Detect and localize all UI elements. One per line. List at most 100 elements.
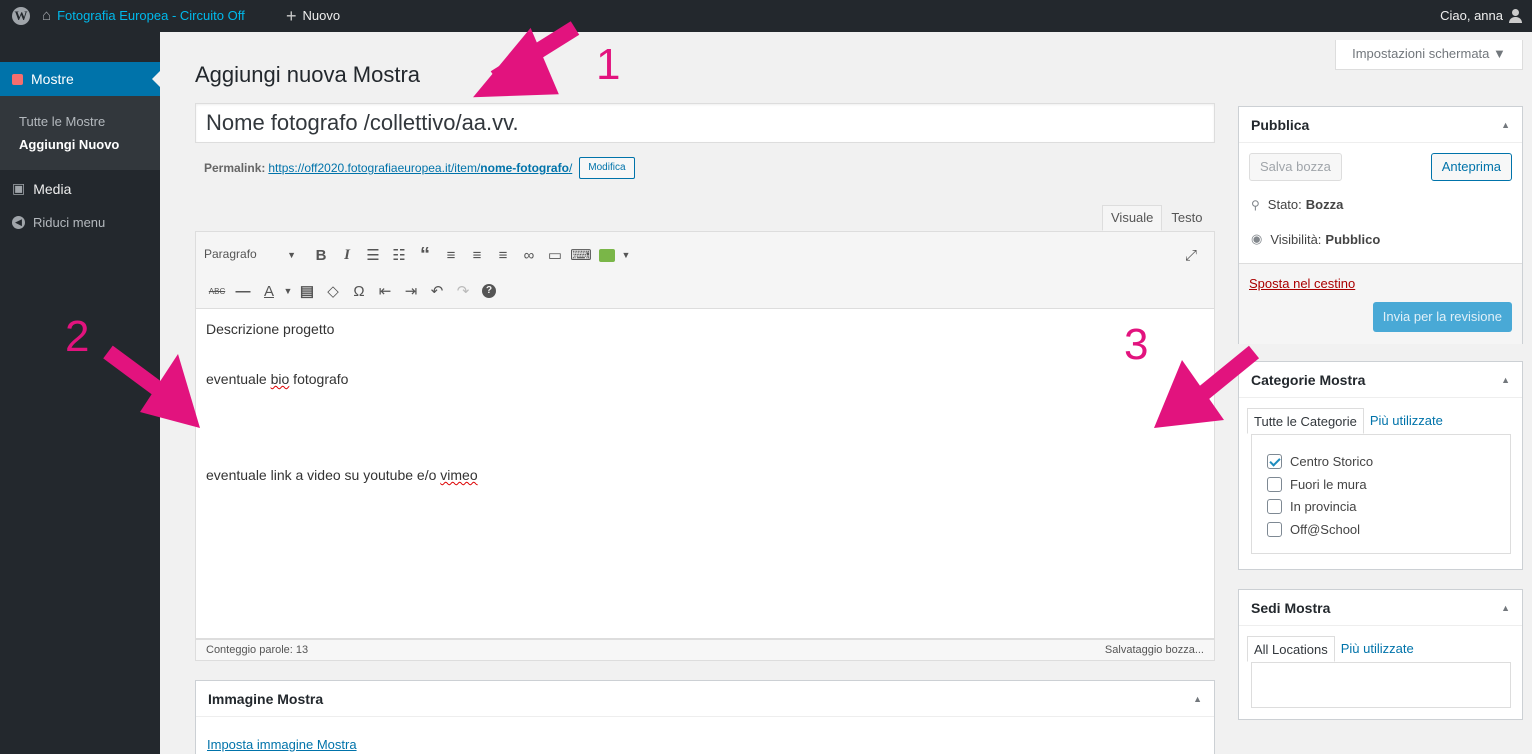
- tab-most-used[interactable]: Più utilizzate: [1335, 636, 1420, 662]
- align-right-icon[interactable]: ≡: [490, 242, 516, 268]
- collapse-menu-button[interactable]: ◀ Riduci menu: [12, 215, 105, 230]
- annotation-number-3: 3: [1124, 320, 1149, 369]
- editor-content-area[interactable]: Descrizione progetto eventuale bio fotog…: [195, 309, 1215, 639]
- post-visibility: ◉ Visibilità: Pubblico: [1251, 231, 1381, 247]
- editor-status-bar: Conteggio parole: 13 Salvataggio bozza..…: [195, 639, 1215, 661]
- eye-icon: ◉: [1251, 231, 1263, 246]
- help-icon[interactable]: ?: [476, 278, 502, 304]
- user-account-menu[interactable]: Ciao, anna: [1440, 0, 1522, 32]
- post-title-input[interactable]: Nome fotografo /collettivo/aa.vv.: [195, 103, 1215, 143]
- set-featured-image-link[interactable]: Imposta immagine Mostra: [207, 737, 357, 752]
- italic-icon[interactable]: I: [334, 242, 360, 268]
- chevron-down-icon: ▼: [287, 250, 296, 260]
- checkbox[interactable]: [1267, 522, 1282, 537]
- clear-formatting-icon[interactable]: ◇: [320, 278, 346, 304]
- numbered-list-icon[interactable]: ☷: [386, 242, 412, 268]
- collapse-icon: ◀: [12, 216, 25, 229]
- submit-for-review-button[interactable]: Invia per la revisione: [1372, 302, 1512, 332]
- preview-button[interactable]: Anteprima: [1430, 153, 1512, 181]
- screen-options-toggle[interactable]: Impostazioni schermata ▼: [1335, 40, 1523, 70]
- categories-box: Categorie Mostra ▲ Tutte le Categorie Pi…: [1238, 361, 1523, 570]
- edit-permalink-button[interactable]: Modifica: [579, 157, 635, 179]
- submenu-add-new[interactable]: Aggiungi Nuovo: [19, 137, 119, 152]
- tab-all-categories[interactable]: Tutte le Categorie: [1247, 408, 1364, 434]
- locations-tabs: All Locations Più utilizzate: [1247, 636, 1420, 662]
- read-more-icon[interactable]: ▭: [542, 242, 568, 268]
- redo-icon[interactable]: ↷: [450, 278, 476, 304]
- permalink-link[interactable]: https://off2020.fotografiaeuropea.it/ite…: [268, 161, 572, 175]
- toggle-arrow-icon[interactable]: ▲: [1501, 375, 1510, 385]
- categories-header[interactable]: Categorie Mostra ▲: [1239, 362, 1522, 398]
- chevron-down-icon[interactable]: ▼: [282, 278, 294, 304]
- home-icon: ⌂: [42, 7, 52, 24]
- annotation-arrow-3: [1154, 345, 1260, 428]
- tab-all-locations[interactable]: All Locations: [1247, 636, 1335, 662]
- save-draft-button[interactable]: Salva bozza: [1249, 153, 1342, 181]
- horizontal-line-icon[interactable]: —: [230, 278, 256, 304]
- toggle-arrow-icon[interactable]: ▲: [1501, 120, 1510, 130]
- autosave-status: Salvataggio bozza...: [1104, 644, 1204, 656]
- align-center-icon[interactable]: ≡: [464, 242, 490, 268]
- toolbar-row-2: ABC — A ▼ ▤ ◇ Ω ⇤ ⇥ ↶ ↷ ?: [196, 273, 1214, 309]
- toggle-arrow-icon[interactable]: ▲: [1193, 694, 1202, 704]
- format-select[interactable]: Paragrafo ▼: [204, 247, 302, 263]
- checkbox[interactable]: [1267, 454, 1282, 469]
- media-icon: ▣: [12, 180, 26, 196]
- fullscreen-icon[interactable]: ⤢: [1178, 242, 1204, 268]
- sidebar-item-media[interactable]: ▣ Media: [12, 180, 71, 197]
- sidebar-submenu: Tutte le Mostre Aggiungi Nuovo: [0, 96, 160, 170]
- locations-box: Sedi Mostra ▲ All Locations Più utilizza…: [1238, 589, 1523, 720]
- list-icon: [12, 73, 23, 85]
- checkbox[interactable]: [1267, 477, 1282, 492]
- publish-header[interactable]: Pubblica ▲: [1239, 107, 1522, 143]
- wordpress-logo-icon[interactable]: W: [12, 7, 30, 25]
- annotation-number-1: 1: [596, 40, 621, 89]
- category-item[interactable]: Off@School: [1267, 522, 1360, 537]
- category-item[interactable]: Fuori le mura: [1267, 477, 1367, 492]
- locations-header[interactable]: Sedi Mostra ▲: [1239, 590, 1522, 626]
- image-icon[interactable]: [594, 242, 620, 268]
- publish-box: Pubblica ▲ Salva bozza Anteprima ⚲ Stato…: [1238, 106, 1523, 344]
- bullet-list-icon[interactable]: ☰: [360, 242, 386, 268]
- blockquote-icon[interactable]: “: [412, 242, 438, 268]
- keyboard-icon[interactable]: ⌨: [568, 242, 594, 268]
- featured-image-header[interactable]: Immagine Mostra ▲: [196, 681, 1214, 717]
- strikethrough-icon[interactable]: ABC: [204, 278, 230, 304]
- pin-icon: ⚲: [1251, 197, 1260, 212]
- editor-line-description: Descrizione progetto: [206, 321, 335, 337]
- category-item[interactable]: In provincia: [1267, 499, 1356, 514]
- annotation-arrow-2: [103, 345, 200, 428]
- undo-icon[interactable]: ↶: [424, 278, 450, 304]
- new-content-button[interactable]: + Nuovo: [286, 0, 340, 32]
- move-to-trash-link[interactable]: Sposta nel cestino: [1249, 276, 1355, 291]
- chevron-down-icon[interactable]: ▼: [620, 242, 632, 268]
- tab-text[interactable]: Testo: [1162, 205, 1211, 231]
- annotation-arrow-1: [473, 21, 580, 98]
- text-color-icon[interactable]: A: [256, 278, 282, 304]
- site-name-link[interactable]: ⌂ Fotografia Europea - Circuito Off: [42, 0, 245, 32]
- plus-icon: +: [286, 6, 297, 26]
- bold-icon[interactable]: B: [308, 242, 334, 268]
- checkbox[interactable]: [1267, 499, 1282, 514]
- tab-most-used[interactable]: Più utilizzate: [1364, 408, 1449, 434]
- annotation-number-2: 2: [65, 312, 90, 361]
- toggle-arrow-icon[interactable]: ▲: [1501, 603, 1510, 613]
- submenu-all-exhibitions[interactable]: Tutte le Mostre: [19, 114, 105, 129]
- editor-line-video: eventuale link a video su youtube e/o vi…: [206, 467, 478, 483]
- align-left-icon[interactable]: ≡: [438, 242, 464, 268]
- publish-actions: Sposta nel cestino Invia per la revision…: [1239, 263, 1522, 344]
- sidebar-item-mostre[interactable]: Mostre: [0, 62, 160, 96]
- category-item[interactable]: Centro Storico: [1267, 454, 1373, 469]
- link-icon[interactable]: ∞: [516, 242, 542, 268]
- categories-checklist: Centro Storico Fuori le mura In provinci…: [1251, 434, 1511, 554]
- paste-text-icon[interactable]: ▤: [294, 278, 320, 304]
- post-status: ⚲ Stato: Bozza: [1251, 197, 1344, 212]
- editor-line-bio: eventuale bio fotografo: [206, 371, 349, 387]
- toolbar-row-1: Paragrafo ▼ B I ☰ ☷ “ ≡ ≡ ≡ ∞ ▭ ⌨ ▼ ⤢: [196, 237, 1214, 273]
- outdent-icon[interactable]: ⇤: [372, 278, 398, 304]
- indent-icon[interactable]: ⇥: [398, 278, 424, 304]
- tab-visual[interactable]: Visuale: [1102, 205, 1163, 231]
- special-character-icon[interactable]: Ω: [346, 278, 372, 304]
- permalink-row: Permalink: https://off2020.fotografiaeur…: [204, 157, 635, 179]
- word-count: Conteggio parole: 13: [206, 644, 309, 656]
